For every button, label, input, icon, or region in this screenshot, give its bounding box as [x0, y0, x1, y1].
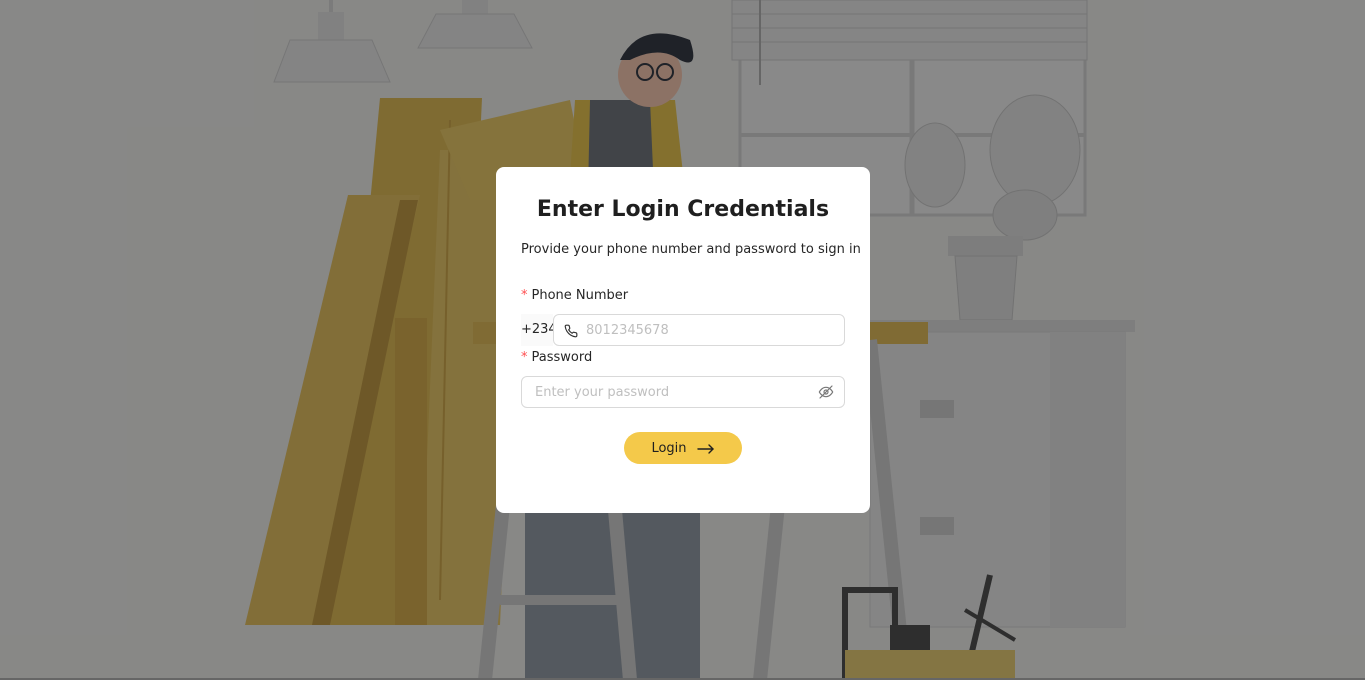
login-modal: Enter Login Credentials Provide your pho… [496, 167, 870, 513]
login-button-label: Login [651, 440, 687, 456]
phone-number-label-text: Phone Number [531, 288, 629, 303]
required-mark: * [521, 288, 528, 303]
eye-slash-icon[interactable] [818, 384, 834, 400]
password-input[interactable] [533, 383, 818, 401]
phone-number-row: +234 [521, 314, 845, 346]
phone-icon [564, 323, 578, 338]
login-page: Enter Login Credentials Provide your pho… [0, 0, 1365, 680]
arrow-right-icon [696, 443, 715, 454]
login-button-wrapper: Login [521, 432, 845, 464]
modal-title: Enter Login Credentials [536, 197, 830, 222]
required-mark: * [521, 350, 528, 365]
password-label: * Password [521, 349, 845, 367]
phone-input-wrapper[interactable] [553, 314, 845, 346]
login-button[interactable]: Login [624, 432, 742, 464]
password-label-text: Password [531, 350, 593, 365]
phone-number-input[interactable] [584, 321, 844, 339]
modal-subtitle: Provide your phone number and password t… [521, 242, 861, 257]
phone-number-label: * Phone Number [521, 287, 845, 305]
password-input-wrapper[interactable] [521, 376, 845, 408]
country-code-prefix: +234 [521, 314, 557, 346]
